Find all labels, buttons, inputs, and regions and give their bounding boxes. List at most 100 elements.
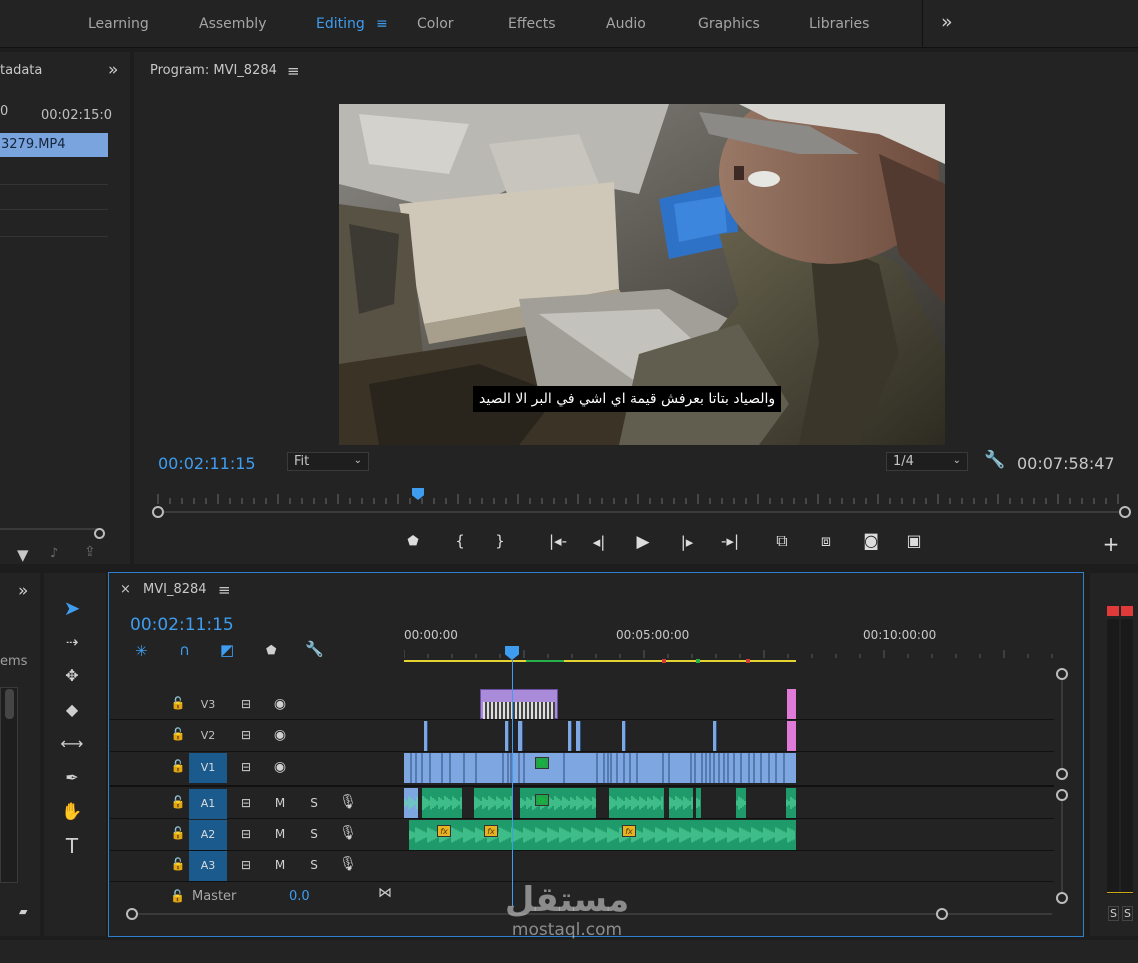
- mute-button[interactable]: M: [270, 827, 290, 841]
- more-workspaces-icon[interactable]: »: [941, 11, 953, 33]
- microphone-icon[interactable]: 🎙: [338, 794, 358, 810]
- lock-icon[interactable]: 🔓: [168, 857, 188, 871]
- video-clip[interactable]: [576, 721, 581, 751]
- filter-icon[interactable]: ▼: [17, 546, 29, 564]
- track-target-a1[interactable]: A1: [189, 789, 227, 819]
- panel-more-icon[interactable]: »: [108, 60, 118, 80]
- wrench-icon[interactable]: 🔧: [984, 450, 1005, 470]
- lift-icon[interactable]: ⧉: [771, 531, 793, 551]
- solo-right-button[interactable]: S: [1122, 906, 1133, 921]
- workspace-menu-icon[interactable]: ≡: [376, 16, 388, 32]
- hand-tool-icon[interactable]: ✋: [56, 797, 88, 827]
- workspace-tab-editing[interactable]: Editing: [316, 16, 365, 32]
- program-timecode[interactable]: 00:02:11:15: [158, 454, 256, 473]
- graphic-clip[interactable]: [480, 689, 558, 719]
- solo-left-button[interactable]: S: [1108, 906, 1119, 921]
- sync-lock-icon[interactable]: ⊟: [236, 858, 256, 872]
- zoom-handle-right[interactable]: [1119, 506, 1131, 518]
- fit-select[interactable]: Fit ⌄: [287, 452, 369, 471]
- video-zoom-handle[interactable]: [1056, 768, 1068, 780]
- audio-drag-icon[interactable]: ♪: [50, 546, 58, 561]
- go-to-out-icon[interactable]: -▸|: [717, 532, 743, 550]
- extract-icon[interactable]: ⧈: [815, 531, 837, 551]
- video-clip[interactable]: [568, 721, 572, 751]
- lock-icon[interactable]: 🔓: [168, 696, 188, 710]
- pink-clip[interactable]: [787, 689, 796, 719]
- sync-lock-icon[interactable]: ⊟: [236, 827, 256, 841]
- program-menu-icon[interactable]: ≡: [287, 62, 300, 80]
- solo-button[interactable]: S: [304, 858, 324, 872]
- solo-button[interactable]: S: [304, 827, 324, 841]
- sync-lock-icon[interactable]: ⊟: [236, 760, 256, 774]
- solo-button[interactable]: S: [304, 796, 324, 810]
- type-tool-icon[interactable]: T: [56, 831, 88, 861]
- master-meter-toggle-icon[interactable]: ⋈: [378, 885, 392, 901]
- pen-tool-icon[interactable]: ✒: [56, 763, 88, 793]
- eye-icon[interactable]: ◉: [270, 727, 290, 743]
- fx-badge[interactable]: fx: [437, 825, 451, 837]
- step-back-icon[interactable]: ◂|: [588, 533, 610, 551]
- clip-indicator-right[interactable]: [1121, 606, 1133, 616]
- fx-badge[interactable]: fx: [622, 825, 636, 837]
- export-icon[interactable]: ⇪: [84, 544, 96, 560]
- snap-icon[interactable]: ∩: [179, 641, 190, 659]
- workspace-tab-color[interactable]: Color: [417, 16, 454, 32]
- eye-icon[interactable]: ◉: [270, 759, 290, 775]
- zoom-handle[interactable]: [94, 528, 105, 539]
- selected-clip[interactable]: 3279.MP4: [0, 133, 108, 157]
- sequence-tab[interactable]: MVI_8284: [143, 582, 207, 597]
- play-icon[interactable]: ▶: [632, 532, 654, 552]
- audio-track-a1-clips[interactable]: [404, 788, 796, 818]
- sync-lock-icon[interactable]: ⊟: [236, 697, 256, 711]
- slip-tool-icon[interactable]: ⟷: [56, 729, 88, 759]
- microphone-icon[interactable]: 🎙: [338, 825, 358, 841]
- video-clip[interactable]: [424, 721, 428, 751]
- go-to-in-icon[interactable]: |◂-: [545, 532, 571, 550]
- sequence-menu-icon[interactable]: ≡: [218, 581, 231, 599]
- program-title[interactable]: Program: MVI_8284: [150, 63, 277, 78]
- panel-more-icon[interactable]: »: [18, 581, 28, 601]
- panel-title[interactable]: tadata: [0, 63, 42, 78]
- scrollbar-thumb[interactable]: [5, 689, 14, 719]
- resolution-select[interactable]: 1/4 ⌄: [886, 452, 968, 471]
- timeline-timecode[interactable]: 00:02:11:15: [130, 615, 234, 635]
- video-clip[interactable]: [505, 721, 509, 751]
- new-item-icon[interactable]: ▰: [19, 905, 27, 918]
- sync-lock-icon[interactable]: ⊟: [236, 796, 256, 810]
- pink-clip[interactable]: [787, 721, 796, 751]
- selection-tool-icon[interactable]: ➤: [56, 593, 88, 623]
- ripple-edit-tool-icon[interactable]: ✥: [56, 661, 88, 691]
- track-target-v2[interactable]: V2: [189, 721, 227, 751]
- button-editor-icon[interactable]: +: [1100, 532, 1122, 556]
- track-target-a2[interactable]: A2: [189, 820, 227, 850]
- razor-tool-icon[interactable]: ◆: [56, 695, 88, 725]
- track-target-a3[interactable]: A3: [189, 851, 227, 881]
- track-target-v3[interactable]: V3: [189, 690, 227, 720]
- zoom-handle-left[interactable]: [152, 506, 164, 518]
- audio-scroll-track[interactable]: [1061, 796, 1063, 896]
- video-track-v1-clips[interactable]: [404, 753, 796, 783]
- workspace-tab-graphics[interactable]: Graphics: [698, 16, 760, 32]
- zoom-scrollbar[interactable]: [0, 528, 100, 530]
- video-clip[interactable]: [713, 721, 717, 751]
- eye-icon[interactable]: ◉: [270, 696, 290, 712]
- export-frame-icon[interactable]: ◙: [860, 531, 882, 550]
- master-lock-icon[interactable]: 🔓: [170, 889, 185, 903]
- mute-button[interactable]: M: [270, 796, 290, 810]
- sync-lock-icon[interactable]: ⊟: [236, 728, 256, 742]
- workspace-tab-assembly[interactable]: Assembly: [199, 16, 266, 32]
- lock-icon[interactable]: 🔓: [168, 727, 188, 741]
- lock-icon[interactable]: 🔓: [168, 826, 188, 840]
- mark-out-icon[interactable]: }: [489, 532, 511, 550]
- video-clip[interactable]: [518, 721, 523, 751]
- linked-selection-icon[interactable]: ◩: [220, 641, 234, 659]
- lock-icon[interactable]: 🔓: [168, 759, 188, 773]
- close-sequence-icon[interactable]: ×: [120, 582, 131, 597]
- audio-track-a2-clips[interactable]: [409, 820, 796, 850]
- timeline-settings-icon[interactable]: 🔧: [305, 640, 324, 658]
- workspace-tab-learning[interactable]: Learning: [88, 16, 149, 32]
- add-marker-icon[interactable]: ⬟: [266, 643, 276, 657]
- add-marker-icon[interactable]: ⬟: [402, 534, 424, 549]
- step-forward-icon[interactable]: |▸: [676, 533, 698, 551]
- nest-toggle-icon[interactable]: ✳: [135, 642, 148, 660]
